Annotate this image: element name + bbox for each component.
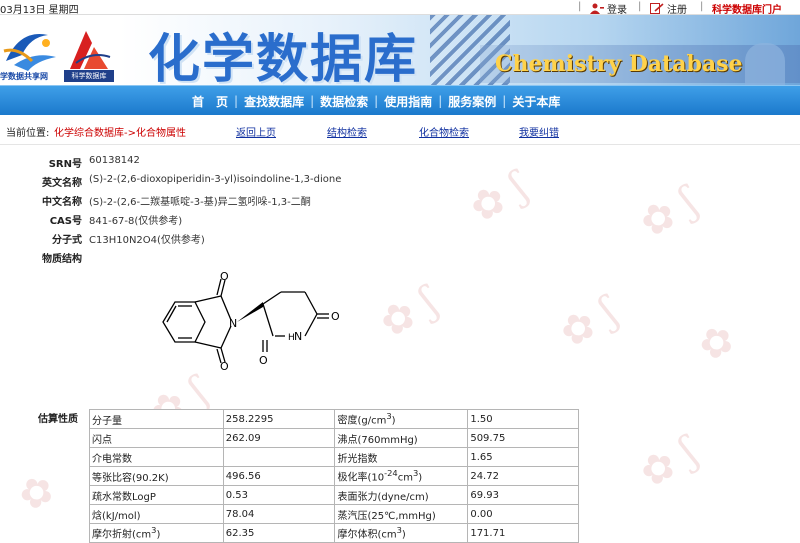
srn-label: SRN号	[48, 159, 82, 170]
property-name: 沸点(760mmHg)	[334, 428, 469, 448]
login-link[interactable]: 登录	[590, 1, 627, 16]
srn-value: 60138142	[89, 155, 140, 166]
table-row: 疏水常数LogP 0.53 表面张力(dyne/cm) 69.93	[89, 485, 579, 505]
property-name: 焓(kJ/mol)	[89, 504, 224, 524]
property-value	[222, 447, 336, 467]
english-name-row: 英文名称 (S)-2-(2,6-dioxopiperidin-3-yl)isoi…	[0, 171, 800, 189]
nav-home[interactable]: 首 页	[186, 93, 234, 110]
table-row: 分子量 258.2295 密度(g/cm3) 1.50	[89, 409, 579, 429]
table-row: 闪点 262.09 沸点(760mmHg) 509.75	[89, 428, 579, 448]
property-name: 摩尔体积(cm3)	[334, 523, 469, 543]
property-value: 24.72	[467, 466, 579, 486]
property-value: 258.2295	[222, 409, 336, 429]
property-value: 262.09	[222, 428, 336, 448]
separator: |	[638, 1, 642, 12]
property-name: 等张比容(90.2K)	[89, 466, 224, 486]
atom-label: O	[259, 354, 268, 367]
formula-row: 分子式 C13H10N2O4(仅供参考)	[0, 228, 800, 246]
nav-about[interactable]: 关于本库	[506, 93, 566, 110]
property-value: 0.00	[467, 504, 579, 524]
main-nav: 首 页 | 查找数据库 | 数据检索 | 使用指南 | 服务案例 | 关于本库	[0, 85, 800, 115]
table-row: 焓(kJ/mol) 78.04 蒸汽压(25℃,mmHg) 0.00	[89, 504, 579, 524]
logo1-text: 学数据共享网	[0, 72, 48, 81]
date-text: 03月13日 星期四	[0, 5, 79, 16]
breadcrumb: 当前位置: 化学综合数据库->化合物属性 返回上页 结构检索 化合物检索 我要纠…	[0, 115, 800, 145]
chinese-name-value: (S)-2-(2,6-二羰基哌啶-3-基)异二氢吲哚-1,3-二酮	[89, 197, 311, 208]
structure-label: 物质结构	[42, 254, 82, 265]
property-value: 62.35	[222, 523, 336, 543]
property-name: 折光指数	[334, 447, 469, 467]
top-bar: 03月13日 星期四 | 登录 | 注册 | 科学数据库门户	[0, 0, 800, 16]
estimated-properties-label: 估算性质	[38, 414, 78, 425]
atom-label: N	[229, 317, 237, 330]
cas-label: CAS号	[49, 216, 82, 227]
property-name: 介电常数	[89, 447, 224, 467]
nav-cases[interactable]: 服务案例	[442, 93, 502, 110]
atom-label: O	[331, 310, 340, 323]
atom-label: O	[220, 272, 229, 283]
cas-row: CAS号 841-67-8(仅供参考)	[0, 209, 800, 227]
back-link[interactable]: 返回上页	[236, 124, 276, 139]
portal-link[interactable]: 科学数据库门户	[712, 1, 782, 16]
property-name: 极化率(10-24cm3)	[334, 466, 469, 486]
watermark: ✿ ʃ	[372, 278, 445, 348]
nav-data-search[interactable]: 数据检索	[314, 93, 374, 110]
property-value: 0.53	[222, 485, 336, 505]
formula-value: C13H10N2O4(仅供参考)	[89, 235, 205, 246]
property-value: 509.75	[467, 428, 579, 448]
chinese-name-row: 中文名称 (S)-2-(2,6-二羰基哌啶-3-基)异二氢吲哚-1,3-二酮	[0, 190, 800, 208]
register-label: 注册	[667, 5, 687, 16]
atom-label: N	[294, 330, 302, 343]
breadcrumb-path[interactable]: 化学综合数据库->化合物属性	[54, 124, 186, 139]
watermark: ✿ ʃ	[632, 428, 705, 498]
cas-value: 841-67-8(仅供参考)	[89, 216, 183, 227]
english-name-value: (S)-2-(2,6-dioxopiperidin-3-yl)isoindoli…	[89, 174, 342, 185]
banner-english-title: Chemistry Database	[495, 51, 743, 77]
compound-search-link[interactable]: 化合物检索	[419, 124, 469, 139]
property-value: 69.93	[467, 485, 579, 505]
property-name: 表面张力(dyne/cm)	[334, 485, 469, 505]
logo2-text: 科学数据库	[64, 70, 114, 82]
table-row: 摩尔折射(cm3) 62.35 摩尔体积(cm3) 171.71	[89, 523, 579, 543]
science-db-logo[interactable]	[64, 25, 114, 75]
watermark: ✿	[10, 464, 63, 522]
separator: |	[578, 1, 582, 12]
user-icon	[590, 3, 604, 14]
breadcrumb-label: 当前位置:	[6, 128, 50, 139]
property-value: 1.50	[467, 409, 579, 429]
structure-row: 物质结构	[0, 247, 800, 265]
nav-find-database[interactable]: 查找数据库	[238, 93, 310, 110]
header-banner: 学数据共享网 科学数据库 化学数据库 Chemistry Database	[0, 15, 800, 90]
property-value: 1.65	[467, 447, 579, 467]
separator: |	[700, 1, 704, 12]
banner-title: 化学数据库	[148, 29, 419, 90]
edit-icon	[650, 3, 664, 14]
atom-label: O	[220, 360, 229, 372]
report-error-link[interactable]: 我要纠错	[519, 124, 559, 139]
property-name: 闪点	[89, 428, 224, 448]
banner-person-image	[745, 43, 785, 85]
structure-search-link[interactable]: 结构检索	[327, 124, 367, 139]
property-name: 密度(g/cm3)	[334, 409, 469, 429]
property-name: 摩尔折射(cm3)	[89, 523, 224, 543]
property-value: 78.04	[222, 504, 336, 524]
formula-label: 分子式	[52, 235, 82, 246]
chinese-name-label: 中文名称	[42, 197, 82, 208]
watermark: ✿	[690, 314, 743, 372]
table-row: 等张比容(90.2K) 496.56 极化率(10-24cm3) 24.72	[89, 466, 579, 486]
property-value: 496.56	[222, 466, 336, 486]
properties-table: 分子量 258.2295 密度(g/cm3) 1.50 闪点 262.09 沸点…	[89, 409, 579, 543]
property-name: 疏水常数LogP	[89, 485, 224, 505]
login-label: 登录	[607, 5, 627, 16]
property-name: 蒸汽压(25℃,mmHg)	[334, 504, 469, 524]
property-value: 171.71	[467, 523, 579, 543]
molecular-structure: O O N O O H N	[162, 272, 340, 372]
register-link[interactable]: 注册	[650, 1, 687, 16]
property-name: 分子量	[89, 409, 224, 429]
srn-row: SRN号 60138142	[0, 152, 800, 170]
nav-guide[interactable]: 使用指南	[378, 93, 438, 110]
english-name-label: 英文名称	[42, 178, 82, 189]
table-row: 介电常数 折光指数 1.65	[89, 447, 579, 467]
watermark: ✿ ʃ	[552, 288, 625, 358]
